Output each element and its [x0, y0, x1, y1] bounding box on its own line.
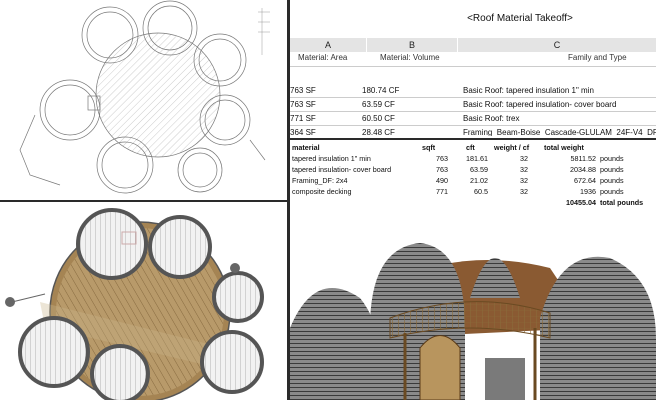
- weights-grand-total-label: total pounds: [600, 198, 644, 207]
- weights-grand-total: 10455.04: [566, 198, 596, 207]
- schedule-title: <Roof Material Takeoff>: [467, 13, 573, 24]
- weights-row-3-material: Framing_DF: 2x4: [292, 176, 348, 185]
- row-3-type: Basic Roof: trex: [463, 114, 520, 123]
- roof-weight-table: material sqft cft weight / cf total weig…: [290, 138, 656, 208]
- weights-row-1-total: 5811.52: [570, 154, 596, 163]
- weights-row-1-unit: pounds: [600, 154, 624, 163]
- weights-row-2-material: tapered insulation- cover board: [292, 165, 392, 174]
- row-4-type: Framing_Beam-Boise_Cascade-GLULAM_24F-V4…: [463, 128, 656, 136]
- weights-row-4-unit: pounds: [600, 187, 624, 196]
- roof-material-takeoff-schedule: <Roof Material Takeoff> A B C Material: …: [290, 0, 656, 136]
- weights-row-2-total: 2034.88: [570, 165, 596, 174]
- row-4-area: 364 SF: [290, 128, 316, 136]
- col-header-area: Material: Area: [298, 53, 348, 62]
- weights-row-1-material: tapered insulation 1" min: [292, 154, 371, 163]
- row-divider: [290, 97, 656, 98]
- row-3-area: 771 SF: [290, 114, 316, 123]
- col-letter-c[interactable]: C: [458, 38, 656, 52]
- weights-row-4-material: composite decking: [292, 187, 352, 196]
- weights-row-2-sqft: 763: [436, 165, 448, 174]
- dome-perspective-render: [290, 208, 656, 400]
- row-2-area: 763 SF: [290, 100, 316, 109]
- weights-header-cft: cft: [466, 143, 475, 152]
- roof-plan-drawing: [0, 0, 290, 200]
- weights-header-material: material: [292, 143, 320, 152]
- row-1-area: 763 SF: [290, 86, 316, 95]
- weights-row-1-cft: 181.61: [466, 154, 488, 163]
- col-header-type: Family and Type: [568, 53, 627, 62]
- row-divider: [290, 125, 656, 126]
- perspective-render-svg: [290, 208, 656, 400]
- row-2-type: Basic Roof: tapered insulation- cover bo…: [463, 100, 617, 109]
- row-1-volume: 180.74 CF: [362, 86, 400, 95]
- weights-row-3-unit: pounds: [600, 176, 624, 185]
- top-render-svg: [5, 208, 264, 400]
- weights-row-2-unit: pounds: [600, 165, 624, 174]
- roof-3d-top-render: [0, 202, 287, 400]
- weights-header-total: total weight: [544, 143, 584, 152]
- weights-row-2-cft: 63.59: [470, 165, 488, 174]
- weights-row-4-sqft: 771: [436, 187, 448, 196]
- weights-header-weight-cf: weight / cf: [494, 143, 530, 152]
- roof-plan-svg: [19, 0, 270, 194]
- col-letter-a[interactable]: A: [290, 38, 366, 52]
- row-1-type: Basic Roof: tapered insulation 1" min: [463, 86, 594, 95]
- weights-row-3-wcf: 32: [520, 176, 528, 185]
- weights-row-3-cft: 21.02: [470, 176, 488, 185]
- weights-row-4-wcf: 32: [520, 187, 528, 196]
- weights-header-sqft: sqft: [422, 143, 436, 152]
- weights-row-4-total: 1936: [580, 187, 596, 196]
- header-divider: [290, 66, 656, 67]
- col-letter-b[interactable]: B: [367, 38, 457, 52]
- row-3-volume: 60.50 CF: [362, 114, 395, 123]
- col-header-volume: Material: Volume: [380, 53, 440, 62]
- weights-row-1-sqft: 763: [436, 154, 448, 163]
- row-4-volume: 28.48 CF: [362, 128, 395, 136]
- weights-row-3-sqft: 490: [436, 176, 448, 185]
- weights-row-2-wcf: 32: [520, 165, 528, 174]
- row-divider: [290, 111, 656, 112]
- weights-row-1-wcf: 32: [520, 154, 528, 163]
- weights-row-3-total: 672.64: [574, 176, 596, 185]
- row-2-volume: 63.59 CF: [362, 100, 395, 109]
- weights-row-4-cft: 60.5: [474, 187, 488, 196]
